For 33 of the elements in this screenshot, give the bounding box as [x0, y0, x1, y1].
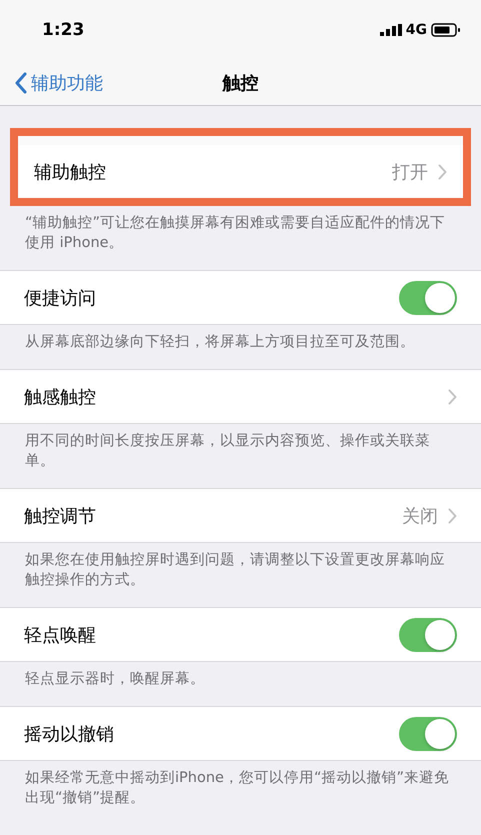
row-label: 触感触控	[24, 386, 96, 408]
back-chevron-icon	[14, 72, 27, 94]
settings-row[interactable]: 触感触控	[0, 370, 481, 423]
status-time: 1:23	[42, 20, 84, 40]
settings-row[interactable]: 辅助触控 打开	[18, 145, 463, 198]
settings-row[interactable]: 触控调节 关闭	[0, 489, 481, 542]
section-footer: “辅助触控”可让您在触摸屏幕有困难或需要自适应配件的情况下使用 iPhone。	[0, 206, 481, 270]
section-footer: 用不同的时间长度按压屏幕，以显示内容预览、操作或关联菜单。	[0, 424, 481, 488]
back-button[interactable]: 辅助功能	[0, 70, 103, 94]
section-footer: 如果经常无意中摇动到iPhone，您可以停用“摇动以撤销”来避免出现“撤销”提醒。	[0, 761, 481, 825]
row-label: 摇动以撤销	[24, 722, 114, 746]
signal-icon	[380, 24, 402, 36]
battery-icon	[431, 23, 461, 37]
chevron-icon	[448, 508, 457, 524]
toggle-switch[interactable]	[399, 716, 457, 750]
page-title: 触控	[222, 72, 258, 94]
settings-row[interactable]: 轻点唤醒	[0, 608, 481, 661]
toggle-switch[interactable]	[399, 280, 457, 314]
row-label: 辅助触控	[34, 160, 106, 184]
chevron-icon	[448, 388, 457, 404]
toggle-switch[interactable]	[399, 618, 457, 652]
section-footer: 轻点显示器时，唤醒屏幕。	[0, 662, 481, 706]
network-label: 4G	[406, 22, 427, 38]
row-label: 轻点唤醒	[24, 624, 96, 646]
row-value: 关闭	[402, 504, 438, 528]
settings-row[interactable]: 摇动以撤销	[0, 707, 481, 760]
section-footer: 从屏幕底部边缘向下轻扫，将屏幕上方项目拉至可及范围。	[0, 325, 481, 369]
section-footer: 如果您在使用触控屏时遇到问题，请调整以下设置更改屏幕响应触控操作的方式。	[0, 543, 481, 607]
chevron-icon	[438, 164, 447, 180]
row-label: 触控调节	[24, 504, 96, 528]
row-label: 便捷访问	[24, 286, 96, 310]
row-value: 打开	[392, 160, 428, 184]
settings-row[interactable]: 便捷访问	[0, 271, 481, 324]
